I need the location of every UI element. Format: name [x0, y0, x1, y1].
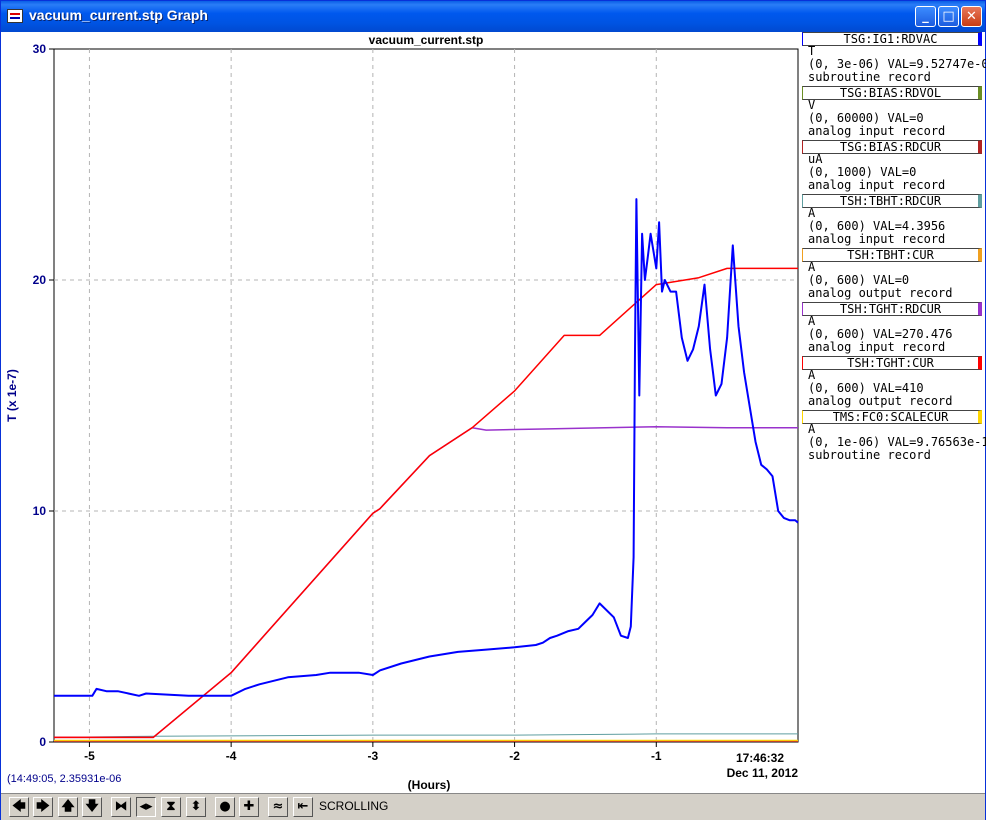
legend-item-tsh-tght-cur[interactable]: TSH:TGHT:CUR	[802, 356, 982, 370]
y-tick-label: 0	[39, 735, 46, 749]
scroll-mode-button[interactable]: ⇤	[293, 797, 313, 817]
compress-y-button[interactable]: ⧗	[161, 797, 181, 817]
legend-item-tsg-ig1-rdvac[interactable]: TSG:IG1:RDVAC	[802, 32, 982, 46]
plot-frame	[53, 48, 799, 743]
legend-item-tsg-bias-rdcur[interactable]: TSG:BIAS:RDCUR	[802, 140, 982, 154]
window-title: vacuum_current.stp Graph	[29, 7, 208, 23]
scroll-right-button[interactable]: 🡆	[33, 797, 53, 817]
x-tick-label: -3	[368, 749, 379, 763]
legend-record-type: subroutine record	[808, 448, 931, 462]
legend-record-type: analog input record	[808, 178, 946, 192]
toolbar: 🡄 🡆 🡅 🡇 ⧓ ◂▸ ⧗ ⬍ ● ✚ ≈ ⇤ SCROLLING	[1, 793, 985, 820]
x-tick-label: -1	[651, 749, 662, 763]
legend-record-type: analog output record	[808, 394, 953, 408]
minimize-button[interactable]: _	[915, 6, 936, 27]
maximize-button[interactable]: □	[938, 6, 959, 27]
legend-record-type: analog input record	[808, 232, 946, 246]
y-tick-label: 30	[33, 42, 47, 56]
x-axis-label: (Hours)	[408, 778, 451, 792]
legend-record-type: analog input record	[808, 340, 946, 354]
legend-item-tsh-tbht-rdcur[interactable]: TSH:TBHT:RDCUR	[802, 194, 982, 208]
autoscale-button[interactable]: ≈	[268, 797, 288, 817]
center-button[interactable]: ●	[215, 797, 235, 817]
legend-record-type: analog output record	[808, 286, 953, 300]
expand-x-button[interactable]: ◂▸	[136, 797, 156, 817]
crosshair-button[interactable]: ✚	[239, 797, 259, 817]
legend-item-tsh-tght-rdcur[interactable]: TSH:TGHT:RDCUR	[802, 302, 982, 316]
x-tick-label: -2	[509, 749, 520, 763]
x-tick-label: -4	[226, 749, 237, 763]
status-text: SCROLLING	[319, 799, 389, 813]
app-icon	[7, 9, 23, 23]
legend-record-type: analog input record	[808, 124, 946, 138]
legend-record-type: subroutine record	[808, 70, 931, 84]
compress-x-button[interactable]: ⧓	[111, 797, 131, 817]
date-label: Dec 11, 2012	[727, 766, 799, 780]
y-tick-label: 20	[33, 273, 47, 287]
title-bar[interactable]: vacuum_current.stp Graph _ □ ✕	[1, 1, 985, 32]
legend-item-tms-fc0-scalecur[interactable]: TMS:FC0:SCALECUR	[802, 410, 982, 424]
time-label: 17:46:32	[736, 751, 784, 765]
scroll-up-button[interactable]: 🡅	[58, 797, 78, 817]
cursor-readout: (14:49:05, 2.35931e-06	[7, 773, 122, 785]
legend-item-tsh-tbht-cur[interactable]: TSH:TBHT:CUR	[802, 248, 982, 262]
graph-window: vacuum_current.stp Graph _ □ ✕ -5 -4 -3 -2 -…	[0, 0, 986, 820]
y-axis-label: T (x 1e-7)	[5, 369, 19, 422]
scroll-left-button[interactable]: 🡄	[9, 797, 29, 817]
close-button[interactable]: ✕	[961, 6, 982, 27]
y-tick-label: 10	[33, 504, 47, 518]
scroll-down-button[interactable]: 🡇	[82, 797, 102, 817]
x-tick-label: -5	[84, 749, 95, 763]
expand-y-button[interactable]: ⬍	[186, 797, 206, 817]
chart-title: vacuum_current.stp	[369, 33, 484, 47]
legend-item-tsg-bias-rdvol[interactable]: TSG:BIAS:RDVOL	[802, 86, 982, 100]
